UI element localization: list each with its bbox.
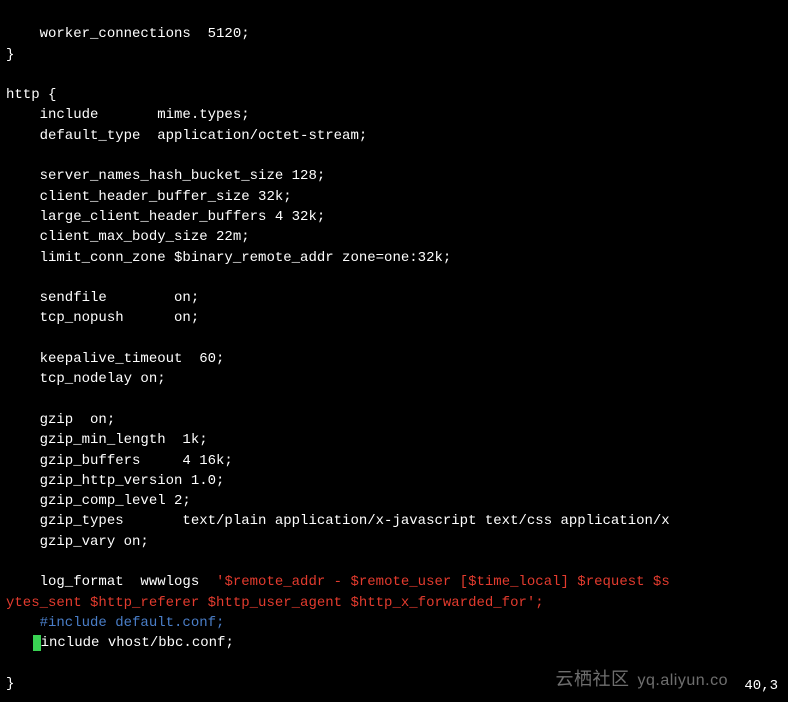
log-format-string: '$remote_addr - $remote_user [$time_loca… bbox=[216, 574, 670, 590]
config-line: gzip_comp_level 2; bbox=[6, 493, 191, 509]
config-line: tcp_nopush on; bbox=[6, 310, 199, 326]
config-line: keepalive_timeout 60; bbox=[6, 351, 224, 367]
config-line: gzip on; bbox=[6, 412, 115, 428]
config-line: http { bbox=[6, 87, 56, 103]
terminal-editor[interactable]: worker_connections 5120; } http { includ… bbox=[0, 0, 788, 694]
config-line: default_type application/octet-stream; bbox=[6, 128, 367, 144]
include-vhost: include vhost/bbc.conf; bbox=[41, 635, 234, 651]
config-line: gzip_vary on; bbox=[6, 534, 149, 550]
config-line: include vhost/bbc.conf; bbox=[6, 635, 234, 651]
config-line: } bbox=[6, 47, 14, 63]
config-line: include mime.types; bbox=[6, 107, 250, 123]
config-line: client_header_buffer_size 32k; bbox=[6, 189, 292, 205]
config-line: } bbox=[6, 676, 14, 692]
config-line: gzip_types text/plain application/x-java… bbox=[6, 513, 670, 529]
config-line: gzip_buffers 4 16k; bbox=[6, 453, 233, 469]
cursor-position-status: 40,3 bbox=[744, 676, 778, 696]
config-line: client_max_body_size 22m; bbox=[6, 229, 250, 245]
comment-line: #include default.conf; bbox=[6, 615, 224, 631]
config-line: gzip_http_version 1.0; bbox=[6, 473, 224, 489]
config-line: log_format wwwlogs '$remote_addr - $remo… bbox=[6, 574, 670, 590]
cursor bbox=[33, 635, 41, 651]
config-line: gzip_min_length 1k; bbox=[6, 432, 208, 448]
config-line: server_names_hash_bucket_size 128; bbox=[6, 168, 325, 184]
log-format-directive: log_format wwwlogs bbox=[6, 574, 216, 590]
config-line: worker_connections 5120; bbox=[6, 26, 250, 42]
config-line: tcp_nodelay on; bbox=[6, 371, 166, 387]
log-format-string-cont: ytes_sent $http_referer $http_user_agent… bbox=[6, 595, 544, 611]
config-line: large_client_header_buffers 4 32k; bbox=[6, 209, 325, 225]
config-line: limit_conn_zone $binary_remote_addr zone… bbox=[6, 250, 451, 266]
config-line: sendfile on; bbox=[6, 290, 199, 306]
